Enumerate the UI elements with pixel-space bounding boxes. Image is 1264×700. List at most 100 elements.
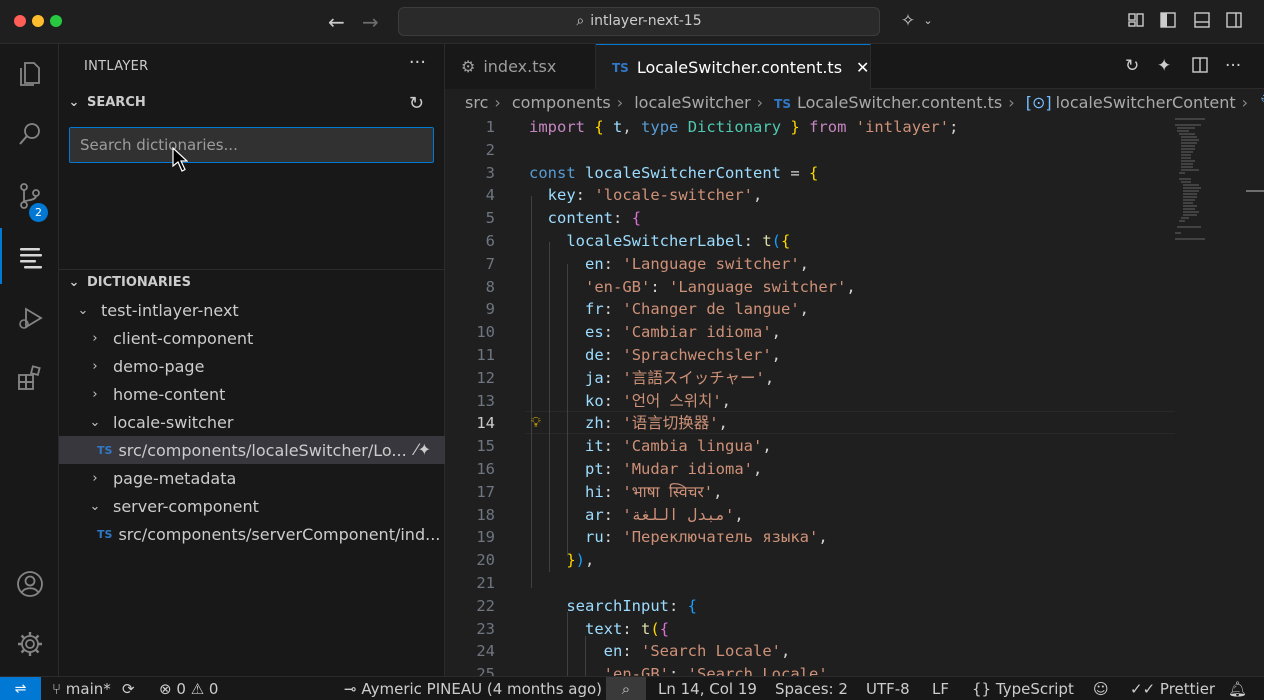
variable-symbol-icon: [⊙] [1025,93,1052,112]
line-number: 23 [476,619,495,638]
source-control-icon[interactable]: 2 [0,168,59,224]
magic-wand-icon[interactable]: ⁄✦ [415,440,431,459]
minimize-window-button[interactable] [32,15,44,27]
line-number: 22 [476,596,495,615]
breadcrumb-item[interactable]: localeSwitcher [634,93,750,112]
magic-wand-icon[interactable]: ✦ [1157,56,1171,76]
breadcrumb-item[interactable]: LocaleSwitcher.content.ts [797,93,1002,112]
customize-layout-icon[interactable] [1126,11,1146,31]
chevron-down-icon[interactable]: ⌄ [918,11,938,31]
maximize-window-button[interactable] [50,15,62,27]
language-label: TypeScript [995,680,1074,698]
error-icon: ⊗ [159,680,172,698]
dictionaries-section-header[interactable]: ⌄ DICTIONARIES [65,271,191,293]
code-line: es: 'Cambiar idioma', [585,323,782,342]
tree-item-label: demo-page [113,356,205,376]
branch-indicator[interactable]: ⑂ main* [52,677,111,700]
code-line: text: t({ [585,619,670,638]
zoom-icon[interactable]: ⌕ [606,677,646,700]
sync-icon[interactable]: ⟳ [122,677,135,700]
breadcrumb-item[interactable]: localeSwitcherContent [1056,93,1236,112]
react-file-icon: ⚙ [461,57,476,76]
search-icon[interactable] [0,106,59,162]
editor-tabs: ⚙ index.tsx TS LocaleSwitcher.content.ts… [445,44,1264,90]
eol-setting[interactable]: LF [932,677,949,700]
language-mode[interactable]: {} TypeScript [972,677,1074,700]
more-actions-icon[interactable]: ··· [409,52,426,73]
run-debug-icon[interactable] [0,290,59,346]
chevron-right-icon: › [92,470,98,486]
extensions-icon[interactable] [0,350,59,406]
breadcrumb-item[interactable]: components [512,93,611,112]
branch-name: main* [65,680,111,698]
code-line: content: { [547,209,642,228]
line-number: 11 [476,346,495,364]
close-icon[interactable]: ✕ [856,58,869,77]
braces-icon: {} [972,680,992,698]
commit-icon: ⊸ [344,680,357,698]
tab-locale-switcher-content[interactable]: TS LocaleSwitcher.content.ts ✕ [596,44,871,90]
chevron-down-icon: ⌄ [68,274,80,290]
copilot-status-icon[interactable]: ☺ [1093,677,1109,700]
tree-item-home-content[interactable]: › home-content [59,380,445,408]
more-actions-icon[interactable]: ··· [1225,56,1241,76]
tree-item-demo-page[interactable]: › demo-page [59,352,445,380]
cursor-position[interactable]: Ln 14, Col 19 [658,677,757,700]
back-arrow-icon[interactable]: ← [328,10,345,34]
warning-count: 0 [208,680,219,698]
code-line: ar: 'مبدل اللغة', [585,505,744,524]
typescript-file-icon: TS [612,60,629,75]
tab-index-tsx[interactable]: ⚙ index.tsx [445,44,596,89]
intlayer-icon[interactable] [0,228,59,284]
command-center[interactable]: ⌕ intlayer-next-15 [398,7,880,36]
copilot-icon[interactable]: ✧ [898,11,918,31]
tree-item-locale-switcher-file[interactable]: TS src/components/localeSwitcher/Lo... ⁄… [59,436,445,464]
git-blame[interactable]: ⊸ Aymeric PINEAU (4 months ago) [344,677,602,700]
encoding-setting[interactable]: UTF-8 [866,677,910,700]
git-blame-label: Aymeric PINEAU (4 months ago) [361,680,603,698]
accounts-icon[interactable] [0,556,59,612]
line-number: 21 [476,574,495,592]
tree-item-page-metadata[interactable]: › page-metadata [59,464,445,492]
line-number: 24 [476,642,495,661]
toggle-secondary-sidebar-icon[interactable] [1224,11,1244,31]
typescript-file-icon: TS [97,443,113,457]
problems-indicator[interactable]: ⊗ 0 ⚠ 0 [159,677,218,700]
chevron-down-icon: ⌄ [89,414,101,430]
refresh-icon[interactable]: ↻ [409,93,424,114]
close-window-button[interactable] [14,15,26,27]
notifications-bell-icon[interactable]: 🔔︎ [1228,677,1247,700]
refresh-icon[interactable]: ↻ [1125,56,1139,76]
search-section-label: SEARCH [87,94,146,110]
remote-indicator-icon[interactable]: ⇌ [0,677,41,700]
tree-item-server-component-file[interactable]: TS src/components/serverComponent/ind... [59,520,445,548]
scm-badge: 2 [29,203,48,222]
chevron-down-icon: ⌄ [68,94,80,110]
intlayer-sidebar: INTLAYER ··· ⌄ SEARCH ↻ ⌄ DICTIONARIES ⌄… [59,44,445,676]
prettier-status[interactable]: ✓✓ Prettier [1130,677,1215,700]
code-editor[interactable]: 1 import { t, type Dictionary } from 'int… [445,116,1264,676]
toggle-panel-icon[interactable] [1192,11,1212,31]
line-number: 6 [485,232,495,250]
activity-bar: 2 [0,44,59,676]
search-section-header[interactable]: ⌄ SEARCH [65,91,146,113]
tree-item-locale-switcher[interactable]: ⌄ locale-switcher [59,408,445,436]
toggle-primary-sidebar-icon[interactable] [1158,11,1178,31]
tree-item-test-intlayer-next[interactable]: ⌄ test-intlayer-next [59,296,445,324]
indentation-setting[interactable]: Spaces: 2 [775,677,848,700]
search-dictionaries-input[interactable] [69,127,434,163]
line-number: 2 [485,140,495,159]
breadcrumb-item[interactable]: src [465,93,488,112]
code-line: de: 'Sprachwechsler', [585,346,782,364]
minimap[interactable] [1175,116,1245,246]
split-editor-icon[interactable] [1191,56,1209,79]
scrollbar-thumb[interactable] [1246,190,1264,192]
line-number: 16 [476,460,495,478]
settings-gear-icon[interactable] [0,616,59,672]
tree-item-server-component[interactable]: ⌄ server-component [59,492,445,520]
forward-arrow-icon[interactable]: → [362,10,379,34]
explorer-icon[interactable] [0,46,59,102]
tree-item-client-component[interactable]: › client-component [59,324,445,352]
tree-item-label: client-component [113,328,254,348]
code-line: }), [566,551,595,570]
